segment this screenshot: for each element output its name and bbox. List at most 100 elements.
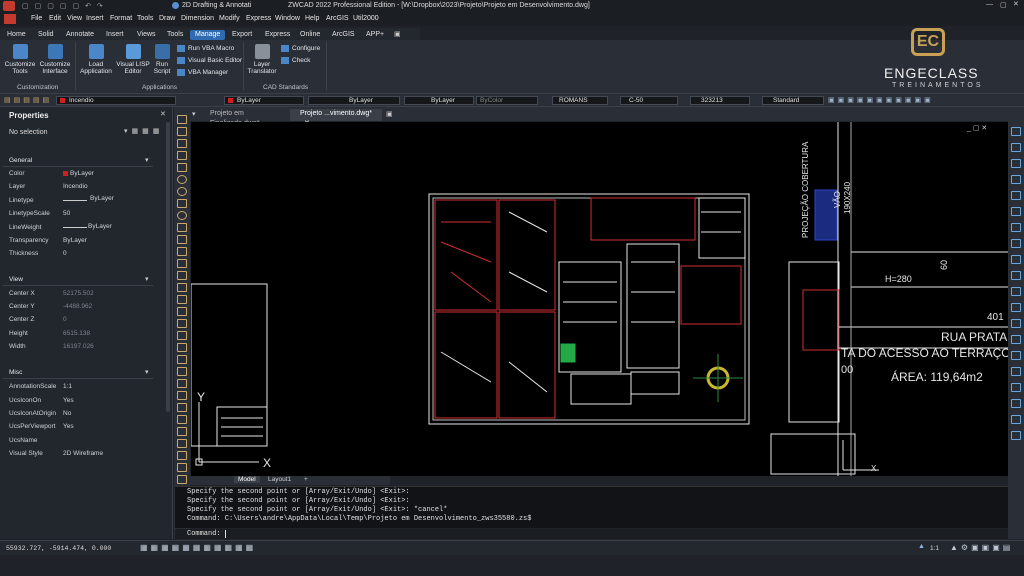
prop-ucsiconorigin-value[interactable]: No [63,410,71,417]
menu-arcgis[interactable]: ArcGIS [326,15,349,22]
insert-block-icon[interactable] [177,223,187,232]
prop-ucsiconon-value[interactable]: Yes [63,397,74,404]
command-input[interactable]: Command: [175,529,1008,539]
dim-break-icon[interactable] [1011,415,1021,424]
menu-view[interactable]: View [67,15,82,22]
make-block-icon[interactable] [177,235,187,244]
layer-combo[interactable]: Incendio [56,96,176,105]
fillet-tool-icon[interactable] [177,463,187,472]
explode-tool-icon[interactable] [177,475,187,484]
annotation-scale[interactable]: 1:1 [930,545,939,552]
viewport-minimize-icon[interactable]: _ ▢ ✕ [967,124,987,132]
tab-manage[interactable]: Manage [190,30,226,40]
menu-window[interactable]: Window [275,15,300,22]
menu-draw[interactable]: Draw [159,15,175,22]
tab-solid[interactable]: Solid [33,30,59,40]
misc-section[interactable]: Misc [3,368,153,379]
dim-aligned-icon[interactable] [1011,143,1021,152]
dim-update-icon[interactable] [1011,351,1021,360]
tab-arcgis[interactable]: ArcGIS [327,30,360,40]
menu-insert[interactable]: Insert [86,15,104,22]
mtext-tool-icon[interactable] [177,295,187,304]
menu-edit[interactable]: Edit [49,15,61,22]
tab-home[interactable]: Home [2,30,31,40]
maximize-icon[interactable]: ▢ [1000,1,1007,9]
dim-text-edit-icon[interactable] [1011,335,1021,344]
extend-tool-icon[interactable] [177,427,187,436]
tab-layout1[interactable]: Layout1 [264,476,295,483]
prop-annoscale-value[interactable]: 1:1 [63,383,72,390]
line-tool-icon[interactable] [177,115,187,124]
spline-tool-icon[interactable] [177,199,187,208]
prop-visualstyle-value[interactable]: 2D Wireframe [63,450,103,457]
dim-ordinate-icon[interactable] [1011,175,1021,184]
dim-arc-icon[interactable] [1011,159,1021,168]
ellipse-tool-icon[interactable] [177,211,187,220]
rectangle-tool-icon[interactable] [177,163,187,172]
tab-model[interactable]: Model [234,476,260,483]
tab-annotate[interactable]: Annotate [61,30,99,40]
tab-export[interactable]: Export [227,30,257,40]
dimstyle-combo[interactable]: C-50 [620,96,678,105]
run-script-button[interactable]: Run Script [150,44,174,75]
tab-menu-icon[interactable]: ▾ [192,110,196,118]
move-tool-icon[interactable] [177,367,187,376]
menu-util2000[interactable]: Util2000 [353,15,379,22]
hatch-tool-icon[interactable] [177,259,187,268]
vba-manager-button[interactable]: VBA Manager [177,69,228,76]
customize-interface-button[interactable]: Customize Interface [38,44,72,75]
drawing-canvas[interactable]: _ ▢ ✕ PROJEÇÃO COBERTURA VÃO 190X240 H=2… [191,122,1008,476]
arc-tool-icon[interactable] [177,175,187,184]
customize-tools-button[interactable]: Customize Tools [4,44,36,75]
workspace-selector[interactable]: 2D Drafting & Annotati [182,2,251,9]
menu-dimension[interactable]: Dimension [181,15,214,22]
panel-scrollbar[interactable] [166,122,170,412]
visual-basic-editor-button[interactable]: Visual Basic Editor [177,57,242,64]
center-mark-icon[interactable] [1011,303,1021,312]
region-tool-icon[interactable] [177,271,187,280]
dim-style-icon[interactable] [1011,367,1021,376]
circle-tool-icon[interactable] [177,187,187,196]
prop-lineweight-value[interactable]: ByLayer [88,223,112,230]
prop-transparency-value[interactable]: ByLayer [63,237,87,244]
color-combo[interactable]: ByLayer [224,96,304,105]
trim-tool-icon[interactable] [177,415,187,424]
textstyle-combo[interactable]: ROMANS [552,96,608,105]
minimize-icon[interactable]: — [986,1,993,8]
dim-baseline-icon[interactable] [1011,239,1021,248]
configure-button[interactable]: Configure [281,45,320,52]
polygon-tool-icon[interactable] [177,151,187,160]
selection-combo[interactable]: No selection [9,129,48,136]
tab-views[interactable]: Views [132,30,161,40]
prop-ucsperviewport-value[interactable]: Yes [63,423,74,430]
quick-select-icon[interactable]: ▾▦▦▦ [124,127,163,135]
tab-online[interactable]: Online [295,30,325,40]
inspect-icon[interactable] [1011,431,1021,440]
dim-edit-icon[interactable] [1011,319,1021,328]
dim-diameter-icon[interactable] [1011,207,1021,216]
point-tool-icon[interactable] [177,247,187,256]
table-tool-icon[interactable] [177,283,187,292]
layer-tool-icons[interactable]: ▤▤▤▤▤ [4,96,52,104]
view-section[interactable]: View [3,275,153,286]
view-tool-icons[interactable]: ▣▣▣▣▣▣▣▣▣▣▣ [828,96,934,104]
prop-layer-value[interactable]: Incendio [63,183,88,190]
copy-tool-icon[interactable] [177,319,187,328]
menu-express[interactable]: Express [246,15,271,22]
mirror-tool-icon[interactable] [177,331,187,340]
doc-tab-desenvolvimento[interactable]: Projeto ...vimento.dwg* ✕ [290,109,382,127]
layer-translator-button[interactable]: Layer Translator [246,44,278,75]
mlstyle-combo[interactable]: Standard [762,96,824,105]
erase-tool-icon[interactable] [177,307,187,316]
prop-color-value[interactable]: ByLayer [70,170,94,177]
dim-continue-icon[interactable] [1011,255,1021,264]
dim-angular-icon[interactable] [1011,223,1021,232]
tab-app-plus[interactable]: APP+ [361,30,389,40]
collapse-misc-icon[interactable]: ▾ [145,368,149,376]
dim-radius-icon[interactable] [1011,191,1021,200]
menu-help[interactable]: Help [305,15,319,22]
menu-file[interactable]: File [31,15,42,22]
prop-thickness-value[interactable]: 0 [63,250,67,257]
general-section[interactable]: General [3,156,153,167]
doc-tab-finalizado[interactable]: Projeto em Finalizado.dwg* [200,109,288,127]
